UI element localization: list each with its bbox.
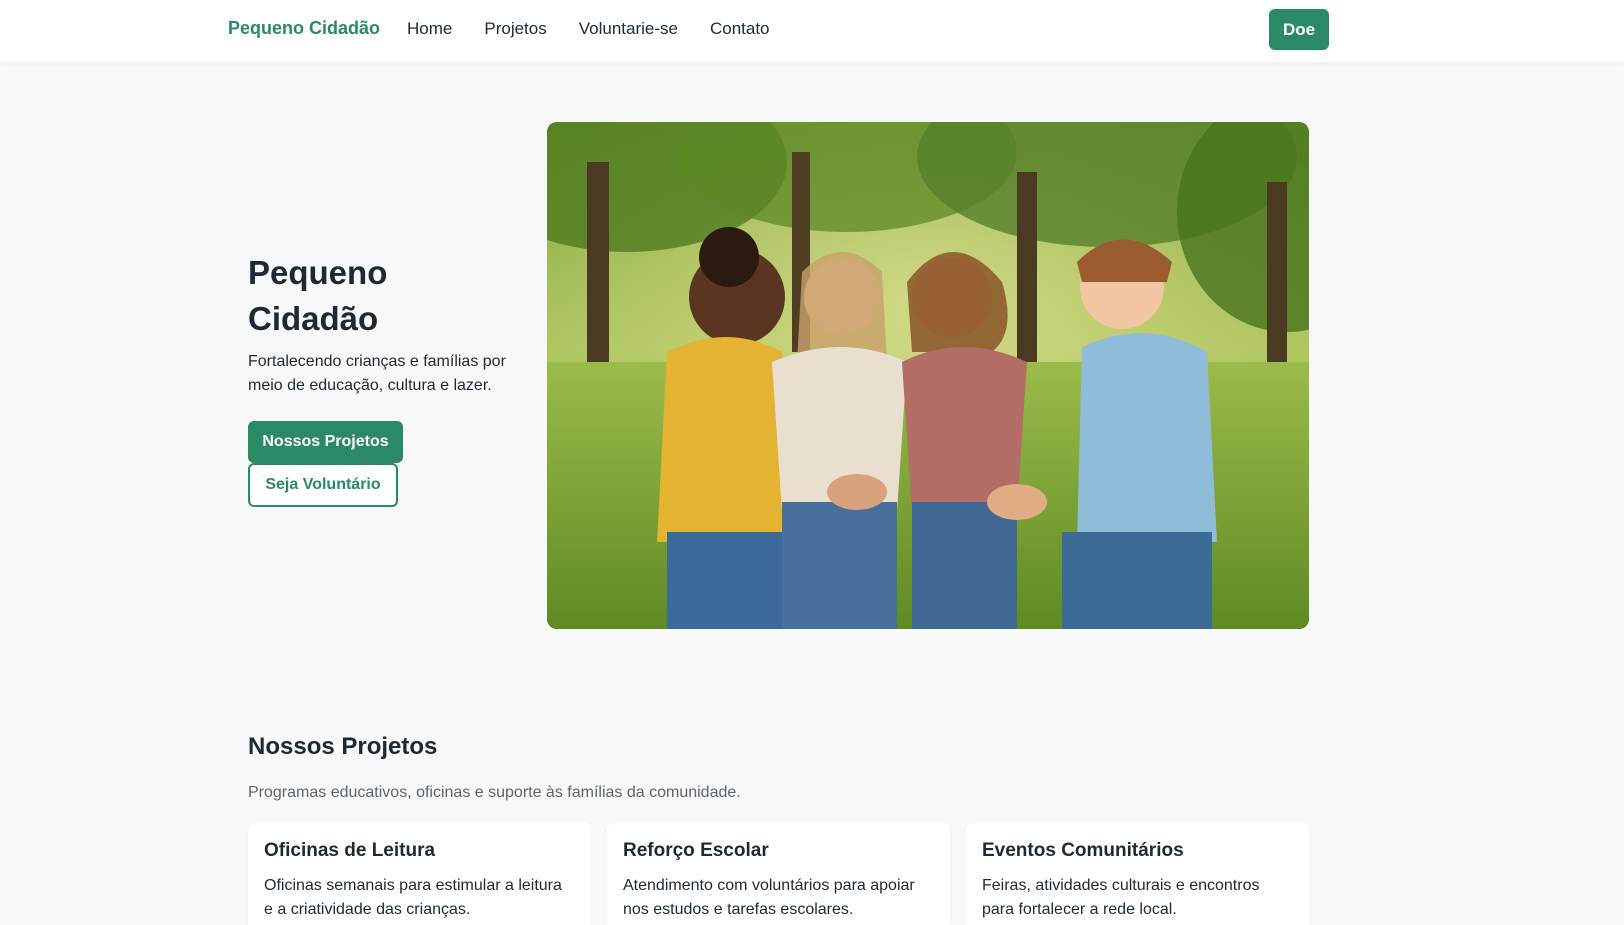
nav-link-voluntarie-se[interactable]: Voluntarie-se [579,19,678,39]
hero-image [547,122,1309,629]
project-card-text: Atendimento com voluntários para apoiar … [623,877,915,918]
hero-title: Pequeno Cidadão [248,254,388,337]
donate-button[interactable]: Doe [1269,9,1329,50]
brand-logo[interactable]: Pequeno Cidadão [228,18,380,39]
project-card-title: Reforço Escolar [623,840,769,861]
main-nav: Home Projetos Voluntarie-se Contato [407,19,802,39]
project-card-text: Feiras, atividades culturais e encontros… [982,877,1260,918]
our-projects-button[interactable]: Nossos Projetos [248,421,403,463]
nav-link-projetos[interactable]: Projetos [484,19,546,39]
volunteer-button[interactable]: Seja Voluntário [248,463,398,507]
projects-section-subtitle: Programas educativos, oficinas e suporte… [248,784,741,801]
navbar: Pequeno Cidadão Home Projetos Voluntarie… [0,0,1624,62]
project-card-title: Eventos Comunitários [982,840,1184,861]
project-card-reading[interactable]: Oficinas de Leitura Oficinas semanais pa… [248,822,591,925]
hero-subtitle: Fortalecendo crianças e famílias por mei… [248,353,506,394]
project-card-community-events[interactable]: Eventos Comunitários Feiras, atividades … [966,822,1309,925]
project-card-title: Oficinas de Leitura [264,840,436,861]
projects-section-title: Nossos Projetos [248,733,438,760]
project-card-text: Oficinas semanais para estimular a leitu… [264,877,562,918]
project-card-tutoring[interactable]: Reforço Escolar Atendimento com voluntár… [607,822,950,925]
nav-link-home[interactable]: Home [407,19,452,39]
nav-link-contato[interactable]: Contato [710,19,770,39]
